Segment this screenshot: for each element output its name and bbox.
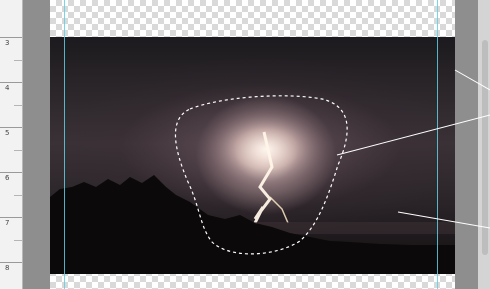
callout-lines: [336, 69, 490, 229]
callout-line-1: [454, 69, 490, 91]
callout-line-2: [336, 114, 490, 156]
callout-line-3: [397, 211, 490, 229]
